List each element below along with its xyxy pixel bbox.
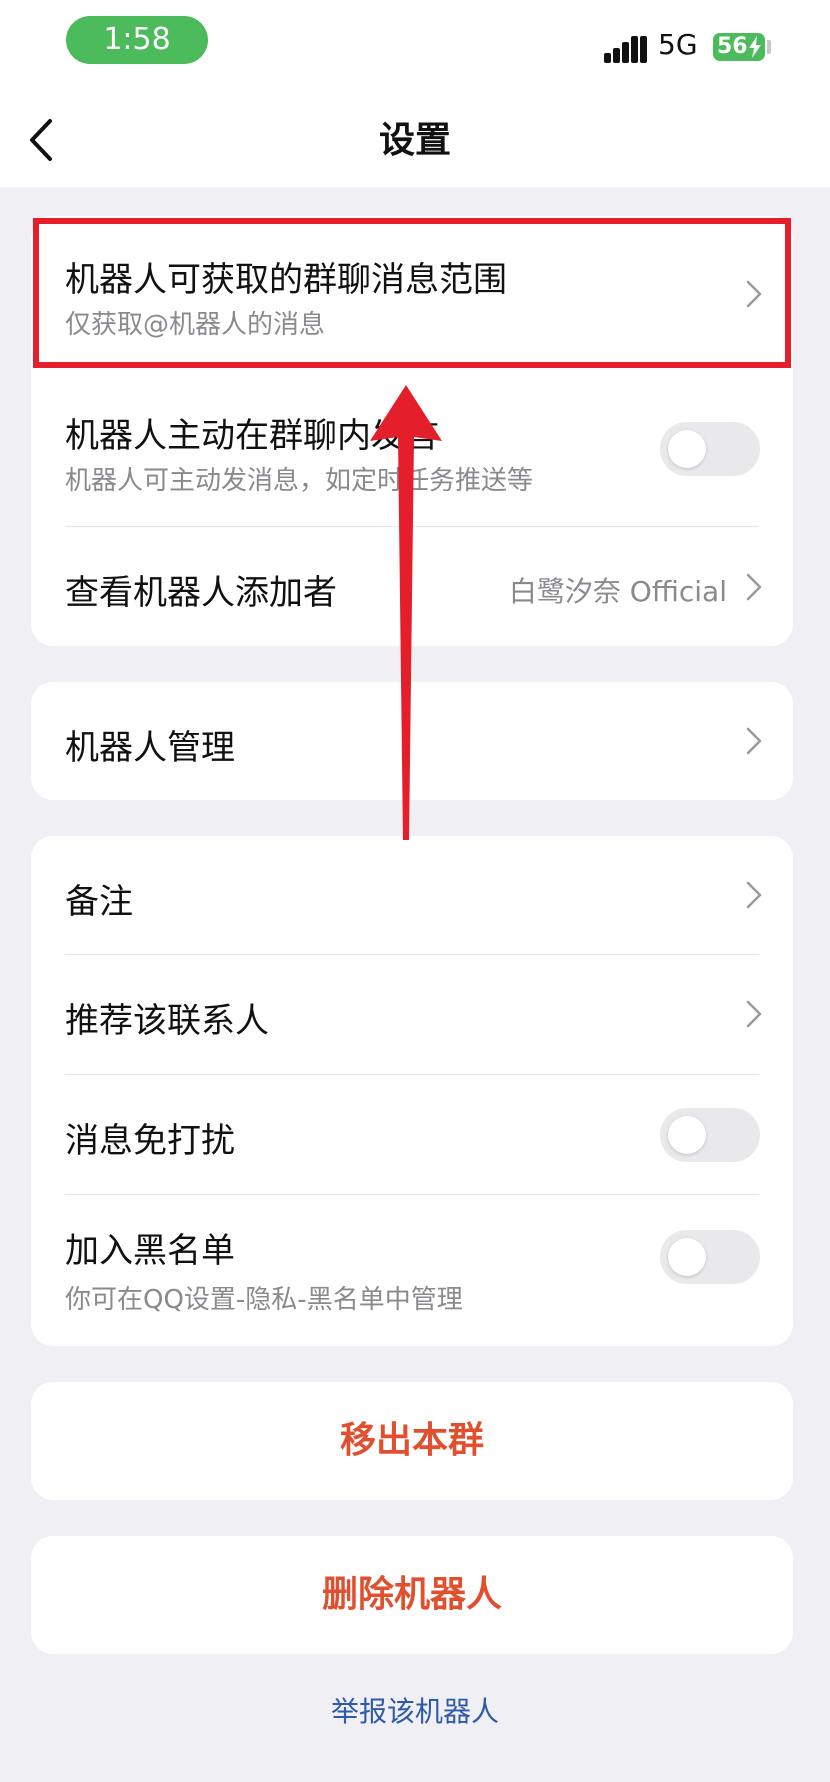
do-not-disturb-toggle[interactable] [660, 1108, 760, 1162]
battery-cap [767, 40, 771, 54]
nav-bar: 设置 [0, 95, 830, 187]
chevron-right-icon [746, 1000, 762, 1028]
do-not-disturb-row: 消息免打扰 [31, 1075, 793, 1194]
contact-settings-card: 备注 推荐该联系人 消息免打扰 加入黑名单 你可在QQ设置-隐私-黑名单中管理 [31, 836, 793, 1346]
annotation-arrow-icon [370, 385, 442, 840]
annotation-highlight-box [33, 218, 791, 368]
chevron-right-icon [746, 573, 762, 601]
chevron-right-icon [746, 881, 762, 909]
network-type: 5G [658, 28, 698, 61]
toggle-knob [668, 1238, 706, 1276]
recommend-title: 推荐该联系人 [65, 1001, 269, 1041]
proactive-speak-toggle[interactable] [660, 422, 760, 476]
back-chevron-icon[interactable] [26, 115, 60, 165]
recommend-row[interactable]: 推荐该联系人 [31, 955, 793, 1074]
remark-row[interactable]: 备注 [31, 836, 793, 954]
toggle-knob [668, 430, 706, 468]
view-adder-value: 白鹭汐奈 Official [508, 575, 727, 608]
report-bot-link[interactable]: 举报该机器人 [0, 1690, 830, 1730]
delete-bot-card: 删除机器人 [31, 1536, 793, 1654]
toggle-knob [668, 1116, 706, 1154]
blacklist-toggle[interactable] [660, 1230, 760, 1284]
chevron-right-icon [746, 727, 762, 755]
bot-manage-title: 机器人管理 [65, 728, 235, 768]
remove-from-group-card: 移出本群 [31, 1382, 793, 1500]
remove-from-group-button[interactable]: 移出本群 [31, 1382, 793, 1500]
view-adder-title: 查看机器人添加者 [65, 573, 337, 613]
status-bar: 1:58 5G 56 [0, 0, 830, 95]
page-title: 设置 [378, 120, 451, 161]
blacklist-title: 加入黑名单 [65, 1231, 235, 1271]
status-time: 1:58 [66, 16, 208, 64]
blacklist-subtitle: 你可在QQ设置-隐私-黑名单中管理 [65, 1285, 463, 1315]
do-not-disturb-title: 消息免打扰 [65, 1121, 235, 1161]
delete-bot-button[interactable]: 删除机器人 [31, 1536, 793, 1654]
remark-title: 备注 [65, 882, 133, 922]
proactive-speak-subtitle: 机器人可主动发消息，如定时任务推送等 [65, 466, 534, 496]
cellular-signal-icon [604, 33, 648, 63]
charging-bolt-icon [749, 36, 761, 58]
blacklist-row: 加入黑名单 你可在QQ设置-隐私-黑名单中管理 [31, 1195, 793, 1346]
